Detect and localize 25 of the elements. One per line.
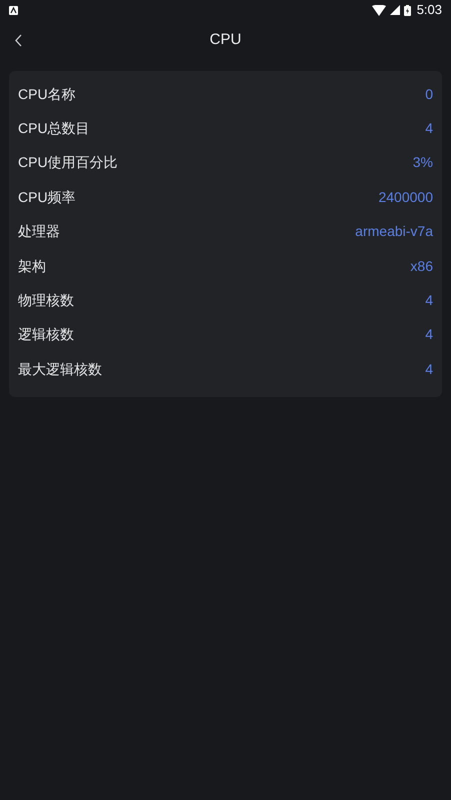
battery-icon — [404, 4, 411, 16]
info-value: 0 — [425, 84, 433, 104]
info-label: CPU名称 — [18, 84, 76, 104]
info-value: 4 — [425, 325, 433, 344]
info-label: CPU频率 — [18, 188, 76, 207]
info-value: 4 — [425, 360, 433, 379]
back-icon — [14, 34, 22, 46]
notification-icon — [9, 6, 18, 14]
info-value: x86 — [410, 256, 433, 276]
wifi-icon — [372, 4, 386, 16]
page-title: CPU — [210, 30, 242, 50]
info-label: 物理核数 — [18, 291, 74, 310]
info-label: CPU总数目 — [18, 119, 90, 138]
status-time: 5:03 — [416, 1, 442, 20]
info-value: armeabi-v7a — [355, 222, 433, 242]
info-label: 处理器 — [18, 222, 60, 242]
info-value: 3% — [412, 153, 433, 172]
info-value: 4 — [425, 291, 433, 310]
info-label: 逻辑核数 — [18, 325, 74, 344]
signal-icon — [390, 5, 400, 15]
info-value: 2400000 — [378, 188, 433, 207]
info-label: CPU使用百分比 — [18, 153, 118, 172]
info-label: 架构 — [18, 256, 46, 276]
info-label: 最大逻辑核数 — [18, 360, 102, 379]
info-value: 4 — [425, 119, 433, 138]
